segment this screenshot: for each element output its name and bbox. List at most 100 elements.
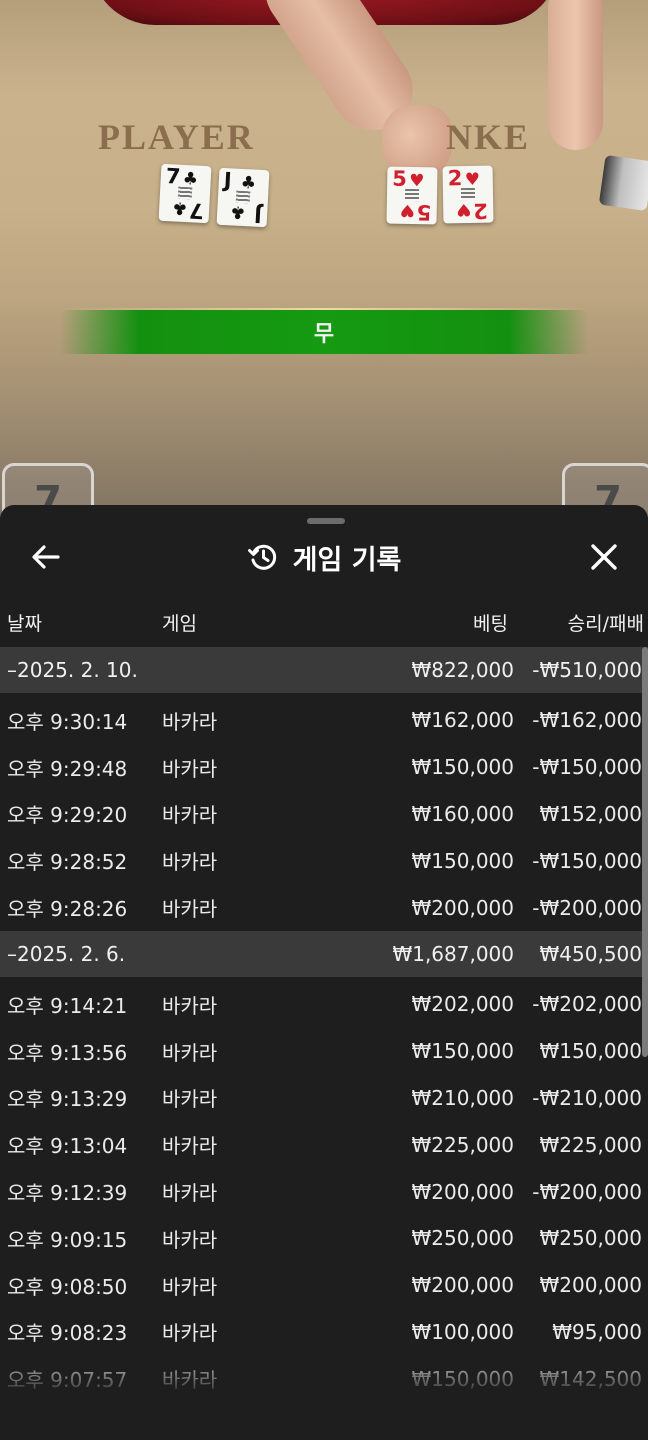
history-row[interactable]: 오후 9:13:29 바카라 ₩210,000 -₩210,000 bbox=[0, 1075, 648, 1122]
row-game: 바카라 bbox=[162, 850, 218, 875]
row-game: 바카라 bbox=[162, 1274, 218, 1299]
row-result: ₩152,000 bbox=[539, 801, 642, 826]
card-rank: 7 bbox=[165, 163, 182, 189]
row-time: 오후 9:07:57 bbox=[7, 1368, 128, 1393]
row-bet: ₩162,000 bbox=[411, 708, 514, 733]
banker-label: NKE bbox=[446, 117, 531, 157]
banker-card-2: 2 ♥ ♥ 2 bbox=[442, 165, 494, 224]
row-bet: ₩202,000 bbox=[411, 992, 514, 1017]
close-button[interactable] bbox=[584, 537, 624, 577]
dealer-arm-right bbox=[548, 0, 603, 150]
card-rank: 5 bbox=[416, 200, 432, 225]
row-bet: ₩150,000 bbox=[411, 1039, 514, 1064]
live-video-area: PLAYER NKE 7 ♣ ♣ 7 J ♣ ♣ J 5 ♥ ♥ 5 2 ♥ ♥… bbox=[0, 0, 648, 520]
row-bet: ₩250,000 bbox=[411, 1226, 514, 1251]
row-time: 오후 9:13:04 bbox=[7, 1134, 128, 1159]
row-time: 오후 9:28:52 bbox=[7, 850, 128, 875]
player-card-1: 7 ♣ ♣ 7 bbox=[158, 163, 212, 224]
card-suit: ♥ bbox=[455, 198, 472, 220]
row-bet: ₩200,000 bbox=[411, 1179, 514, 1204]
date-group-header[interactable]: –2025. 2. 10. ₩822,000 -₩510,000 bbox=[0, 647, 648, 693]
row-time: 오후 9:14:21 bbox=[7, 993, 128, 1018]
close-icon bbox=[591, 544, 617, 570]
row-bet: ₩150,000 bbox=[411, 755, 514, 780]
history-row[interactable]: 오후 9:09:15 바카라 ₩250,000 ₩250,000 bbox=[0, 1215, 648, 1262]
row-time: 오후 9:13:56 bbox=[7, 1040, 128, 1065]
history-row[interactable]: 오후 9:29:48 바카라 ₩150,000 -₩150,000 bbox=[0, 744, 648, 791]
card-suit: ♥ bbox=[399, 199, 415, 221]
banker-card-1: 5 ♥ ♥ 5 bbox=[386, 166, 438, 225]
row-game: 바카라 bbox=[162, 993, 218, 1018]
history-row[interactable]: 오후 9:08:23 바카라 ₩100,000 ₩95,000 bbox=[0, 1309, 648, 1356]
row-time: 오후 9:13:29 bbox=[7, 1087, 128, 1112]
history-row[interactable]: 오후 9:30:14 바카라 ₩162,000 -₩162,000 bbox=[0, 697, 648, 744]
row-bet: ₩210,000 bbox=[411, 1085, 514, 1110]
column-header-date: 날짜 bbox=[7, 613, 42, 635]
card-rank: 7 bbox=[188, 198, 205, 224]
history-icon bbox=[247, 544, 276, 570]
row-bet: ₩225,000 bbox=[411, 1132, 514, 1157]
card-suit: ♣ bbox=[171, 197, 188, 219]
row-result: -₩200,000 bbox=[532, 1179, 642, 1204]
row-game: 바카라 bbox=[162, 756, 218, 781]
row-time: 오후 9:28:26 bbox=[7, 897, 128, 922]
row-time: 오후 9:09:15 bbox=[7, 1227, 128, 1252]
row-result: ₩95,000 bbox=[552, 1319, 642, 1344]
row-bet: ₩150,000 bbox=[411, 848, 514, 873]
group-result-total: -₩510,000 bbox=[532, 658, 642, 682]
group-bet-total: ₩1,687,000 bbox=[392, 941, 514, 966]
row-game: 바카라 bbox=[162, 1134, 218, 1159]
date-group-header[interactable]: –2025. 2. 6. ₩1,687,000 ₩450,500 bbox=[0, 930, 648, 977]
game-history-sheet: 게임 기록 날짜 게임 베팅 승리/패배 –2025. 2. 10. ₩822,… bbox=[0, 505, 648, 1440]
row-time: 오후 9:12:39 bbox=[7, 1181, 128, 1206]
row-bet: ₩200,000 bbox=[411, 1273, 514, 1298]
card-shoe bbox=[598, 154, 648, 212]
row-time: 오후 9:29:20 bbox=[7, 803, 128, 828]
sheet-header: 게임 기록 bbox=[0, 535, 648, 579]
row-game: 바카라 bbox=[162, 709, 218, 734]
player-card-2: J ♣ ♣ J bbox=[216, 167, 270, 228]
row-game: 바카라 bbox=[162, 897, 218, 922]
group-result-total: ₩450,500 bbox=[539, 941, 642, 966]
history-row[interactable]: 오후 9:29:20 바카라 ₩160,000 ₩152,000 bbox=[0, 791, 648, 838]
history-list: –2025. 2. 10. ₩822,000 -₩510,000 오후 9:30… bbox=[0, 647, 648, 1402]
sheet-title: 게임 기록 bbox=[292, 544, 402, 576]
history-row[interactable]: 오후 9:08:50 바카라 ₩200,000 ₩200,000 bbox=[0, 1262, 648, 1309]
row-result: -₩162,000 bbox=[532, 708, 642, 733]
history-row[interactable]: 오후 9:28:26 바카라 ₩200,000 -₩200,000 bbox=[0, 884, 648, 931]
card-rank: J bbox=[223, 167, 233, 193]
row-game: 바카라 bbox=[162, 1181, 218, 1206]
history-row[interactable]: 오후 9:28:52 바카라 ₩150,000 -₩150,000 bbox=[0, 837, 648, 884]
row-bet: ₩100,000 bbox=[411, 1319, 514, 1344]
history-row[interactable]: 오후 9:13:04 바카라 ₩225,000 ₩225,000 bbox=[0, 1121, 648, 1168]
card-suit: ♣ bbox=[229, 201, 246, 223]
row-game: 바카라 bbox=[162, 1368, 218, 1393]
row-result: -₩210,000 bbox=[532, 1085, 642, 1110]
sheet-drag-handle[interactable] bbox=[307, 518, 345, 524]
round-result-banner: 무 bbox=[60, 308, 588, 354]
row-result: ₩200,000 bbox=[539, 1273, 642, 1298]
list-scrollbar[interactable] bbox=[642, 647, 648, 1057]
history-row[interactable]: 오후 9:12:39 바카라 ₩200,000 -₩200,000 bbox=[0, 1168, 648, 1215]
row-game: 바카라 bbox=[162, 1040, 218, 1065]
column-header-bet: 베팅 bbox=[473, 613, 508, 635]
row-result: -₩202,000 bbox=[532, 992, 642, 1017]
group-date: –2025. 2. 6. bbox=[7, 941, 126, 966]
row-game: 바카라 bbox=[162, 1227, 218, 1252]
card-rank: 2 bbox=[473, 198, 489, 223]
card-rank: 5 bbox=[392, 166, 408, 191]
row-bet: ₩150,000 bbox=[411, 1366, 514, 1391]
card-rank: 2 bbox=[447, 166, 463, 191]
history-row[interactable]: 오후 9:07:57 바카라 ₩150,000 ₩142,500 bbox=[0, 1355, 648, 1402]
row-result: ₩150,000 bbox=[539, 1039, 642, 1064]
row-time: 오후 9:29:48 bbox=[7, 756, 128, 781]
row-bet: ₩200,000 bbox=[411, 895, 514, 920]
player-label: PLAYER bbox=[98, 117, 255, 157]
row-result: ₩142,500 bbox=[539, 1366, 642, 1391]
row-result: -₩200,000 bbox=[532, 895, 642, 920]
history-row[interactable]: 오후 9:13:56 바카라 ₩150,000 ₩150,000 bbox=[0, 1028, 648, 1075]
row-result: -₩150,000 bbox=[532, 848, 642, 873]
history-row[interactable]: 오후 9:14:21 바카라 ₩202,000 -₩202,000 bbox=[0, 981, 648, 1028]
row-result: ₩250,000 bbox=[539, 1226, 642, 1251]
card-rank: J bbox=[253, 202, 263, 228]
